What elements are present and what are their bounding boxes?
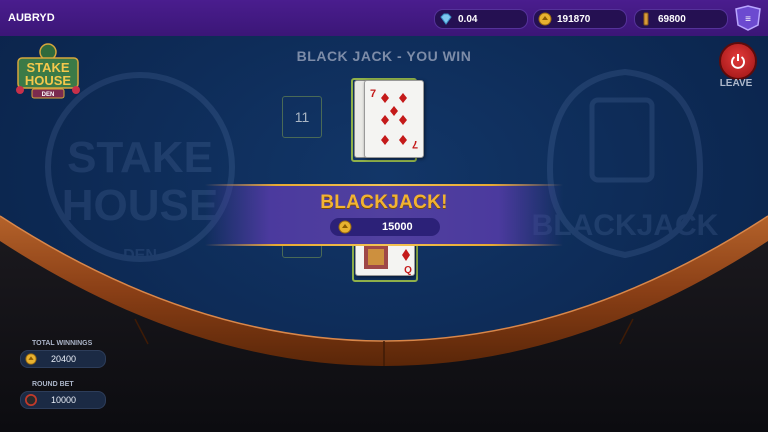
blackjack-win-banner: BLACKJACK! 15000: [205, 184, 563, 246]
leave-button[interactable]: [719, 42, 757, 80]
ticket-icon: [639, 12, 653, 26]
svg-text:DEN: DEN: [42, 92, 55, 98]
diamond-icon: [402, 249, 410, 261]
gems-value: 0.04: [458, 13, 478, 25]
leave-label: LEAVE: [719, 78, 753, 89]
total-winnings-value: 20400: [51, 354, 77, 364]
svg-text:≡: ≡: [745, 14, 751, 25]
top-bar: AUBRYD 0.04 191870 69800 ≡: [0, 0, 768, 36]
gem-icon: [439, 12, 453, 26]
card-rank: Q: [404, 265, 412, 275]
username: AUBRYD: [8, 12, 55, 24]
svg-text:7: 7: [412, 138, 418, 150]
tickets-balance[interactable]: 69800: [634, 9, 728, 29]
tickets-value: 69800: [658, 13, 686, 25]
svg-text:HOUSE: HOUSE: [25, 73, 72, 88]
banner-bottom-border: [205, 244, 563, 246]
coin-icon: [538, 12, 552, 26]
round-bet-value: 10000: [51, 395, 77, 405]
menu-icon[interactable]: ≡: [732, 5, 764, 31]
game-status-title: BLACK JACK - YOU WIN: [296, 48, 472, 64]
coins-value: 191870: [557, 13, 591, 25]
win-amount: 15000: [382, 221, 413, 233]
total-winnings-pill: 20400: [20, 350, 106, 368]
banner-title: BLACKJACK!: [320, 192, 448, 213]
stake-house-logo-icon: STAKE HOUSE DEN: [16, 43, 80, 99]
diamond-pips-icon: [381, 93, 407, 145]
banner-top-border: [205, 184, 563, 186]
coin-icon: [338, 220, 352, 239]
coin-icon: [25, 353, 37, 365]
card-rank: 7: [370, 88, 376, 100]
coins-balance[interactable]: 191870: [533, 9, 627, 29]
game-table: STAKE HOUSE DEN BLACKJACK BLACK JACK - Y…: [0, 36, 768, 432]
power-icon: [731, 54, 745, 69]
chip-icon: [25, 394, 37, 406]
total-winnings-label: TOTAL WINNINGS: [32, 340, 93, 347]
dealer-score: 11: [282, 96, 322, 138]
dealer-card: 7 7: [364, 80, 424, 158]
round-bet-pill: 10000: [20, 391, 106, 409]
round-bet-label: ROUND BET: [32, 381, 74, 388]
win-amount-pill: 15000: [330, 218, 440, 236]
gems-balance[interactable]: 0.04: [434, 9, 528, 29]
